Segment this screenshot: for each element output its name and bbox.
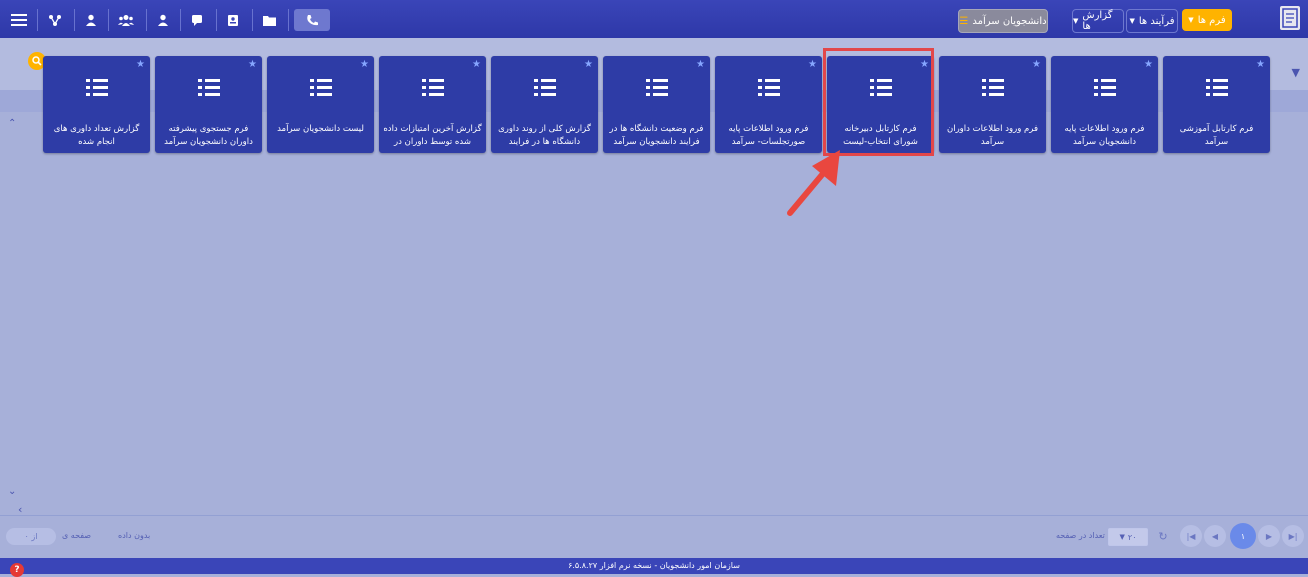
footer: سازمان امور دانشجویان - نسخه نرم افزار ۶… (0, 558, 1308, 574)
next-page-icon[interactable]: ▶ (1258, 525, 1280, 547)
last-page-icon[interactable]: ▶| (1282, 525, 1304, 547)
no-data-label: بدون داده (118, 531, 151, 540)
page-label: صفحه ی (62, 531, 92, 540)
current-page-label: ۱ (1240, 531, 1246, 541)
first-page-icon[interactable]: |◀ (1180, 525, 1202, 547)
page-size-value: ۲۰ (1127, 532, 1137, 542)
page-size-label: تعداد در صفحه (1056, 531, 1105, 540)
refresh-icon[interactable]: ↻ (1152, 525, 1174, 547)
page-of-label: از ۰ (24, 532, 38, 541)
page-size-select[interactable]: ▼ ۲۰ (1108, 528, 1148, 546)
footer-text: سازمان امور دانشجویان - نسخه نرم افزار ۶… (568, 561, 740, 570)
page-input[interactable]: از ۰ (6, 528, 56, 545)
annotation-arrow (787, 150, 840, 216)
help-icon[interactable]: ? (10, 563, 24, 577)
current-page-button[interactable]: ۱ (1230, 523, 1256, 549)
prev-page-icon[interactable]: ◀ (1204, 525, 1226, 547)
chevron-down-icon: ▼ (1119, 533, 1125, 541)
